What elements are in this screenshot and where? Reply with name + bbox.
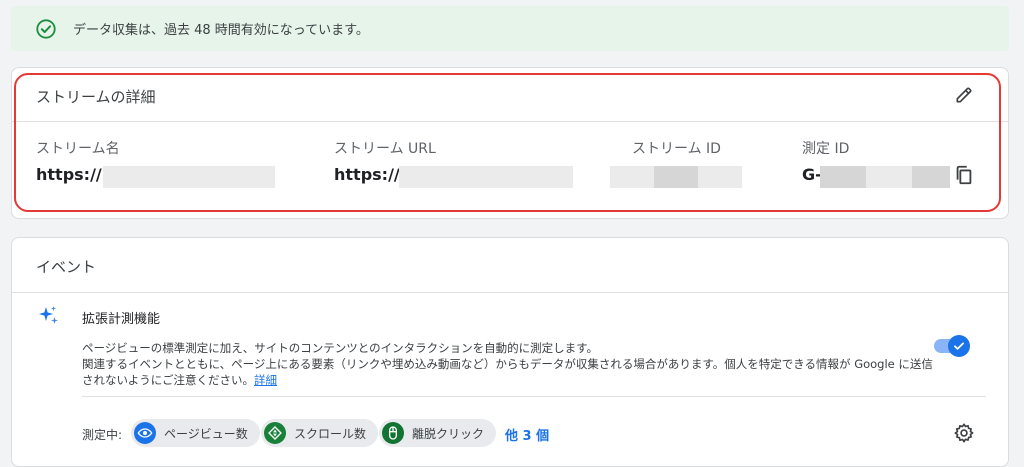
stream-id-redaction-3 (698, 166, 742, 188)
checkmark-icon (954, 342, 964, 350)
sparkle-icon (39, 306, 58, 324)
events-divider (12, 292, 1008, 293)
stream-url-label: ストリーム URL (334, 141, 436, 157)
chip-page-views[interactable]: ページビュー数 (131, 419, 260, 447)
measurement-id-value: G- (802, 165, 822, 184)
stream-name-value: https:// (36, 165, 102, 184)
chip-label: 離脱クリック (412, 426, 485, 441)
stream-url-value: https:// (334, 165, 400, 184)
enhanced-measurement-toggle[interactable] (934, 335, 970, 357)
check-circle-icon (36, 18, 56, 39)
stream-name-label: ストリーム名 (36, 141, 120, 157)
chip-scrolls[interactable]: スクロール数 (261, 419, 379, 447)
events-title: イベント (36, 258, 97, 276)
description-text: ページビューの標準測定に加え、サイトのコンテンツとのインタラクションを自動的に測… (82, 341, 933, 387)
chip-label: ページビュー数 (164, 426, 248, 441)
gear-icon[interactable] (953, 422, 975, 444)
data-collection-banner: データ収集は、過去 48 時間有効になっています。 (11, 6, 1009, 51)
pencil-icon[interactable] (954, 85, 974, 105)
enhanced-measurement-title: 拡張計測機能 (82, 312, 161, 327)
mouse-icon (382, 422, 404, 444)
chip-label: スクロール数 (294, 426, 367, 441)
stream-details-card: ストリームの詳細 ストリーム名 https:// ストリーム URL https… (11, 67, 1009, 219)
toggle-knob (948, 335, 970, 357)
measurement-id-redaction-2 (866, 166, 912, 188)
copy-icon[interactable] (953, 164, 975, 186)
more-events-link[interactable]: 他 3 個 (505, 425, 549, 444)
eye-icon (134, 422, 156, 444)
banner-message: データ収集は、過去 48 時間有効になっています。 (73, 23, 369, 38)
measurement-id-redaction-3 (912, 166, 950, 188)
stream-details-divider (12, 121, 1008, 122)
events-card: イベント 拡張計測機能 ページビューの標準測定に加え、サイトのコンテンツとのイン… (11, 237, 1009, 467)
measuring-label: 測定中: (82, 428, 123, 442)
measurement-id-redaction-1 (820, 166, 866, 188)
stream-name-redaction (103, 166, 275, 188)
stream-url-redaction (399, 166, 573, 188)
stream-details-title: ストリームの詳細 (36, 88, 156, 106)
scroll-diamond-icon (264, 422, 286, 444)
enhanced-measurement-description: ページビューの標準測定に加え、サイトのコンテンツとのインタラクションを自動的に測… (82, 340, 942, 388)
chip-outbound-clicks[interactable]: 離脱クリック (379, 419, 497, 447)
stream-id-label: ストリーム ID (632, 141, 721, 157)
stream-id-redaction-2 (654, 166, 698, 188)
measuring-row-divider (82, 396, 986, 397)
measurement-id-label: 測定 ID (802, 141, 850, 157)
details-link[interactable]: 詳細 (254, 373, 277, 387)
stream-id-redaction-1 (610, 166, 654, 188)
